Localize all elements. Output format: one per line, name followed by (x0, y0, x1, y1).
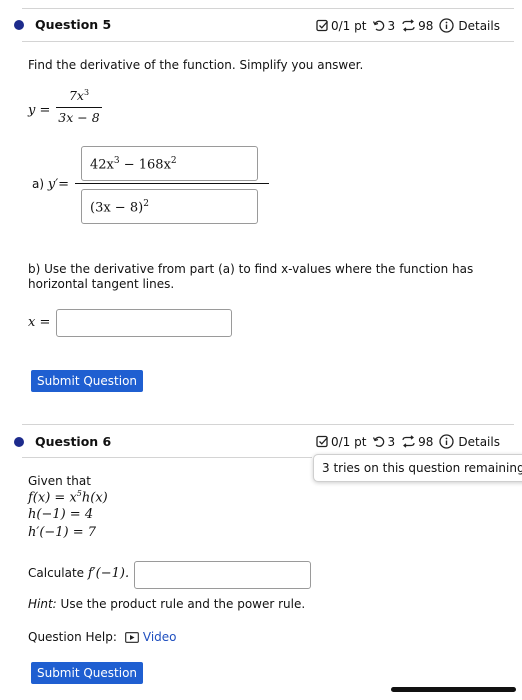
question-help: Question Help: Video (28, 630, 177, 644)
video-play-icon (125, 631, 139, 643)
score-indicator: 0/1 pt (316, 435, 366, 449)
question-6-title: Question 6 (35, 434, 112, 449)
function-numerator: 7x3 (68, 88, 90, 104)
top-divider (22, 8, 514, 9)
given-f-definition: f(x) = x5h(x) (28, 489, 108, 506)
given-h-prime-value: h′(−1) = 7 (28, 525, 97, 540)
function-lhs: y = (28, 103, 51, 118)
question-6-meta: 0/1 pt 3 98 Details (316, 434, 506, 449)
question-5-header-divider (22, 41, 514, 42)
question-6-submit-button[interactable]: Submit Question (31, 662, 143, 684)
calculate-prompt: Calculate f′(−1). (28, 566, 130, 581)
question-5-meta: 0/1 pt 3 98 Details (316, 18, 506, 33)
derivative-numerator-input[interactable]: 42x3 − 168x2 (81, 146, 258, 181)
derivative-fraction-bar (75, 183, 269, 184)
part-b-prompt-line-1: b) Use the derivative from part (a) to f… (28, 262, 474, 276)
tries-remaining-tooltip: 3 tries on this question remaining (313, 454, 522, 482)
undo-icon (373, 436, 385, 447)
info-icon (439, 18, 455, 33)
question-6-top-divider (22, 424, 514, 425)
x-lhs: x = (28, 315, 51, 330)
question-bullet-icon (14, 437, 24, 447)
question-bullet-icon (14, 20, 24, 30)
x-values-input[interactable] (56, 309, 232, 337)
score-indicator: 0/1 pt (316, 19, 366, 33)
details-button[interactable]: Details (439, 434, 500, 449)
part-b-prompt-line-2: horizontal tangent lines. (28, 277, 175, 291)
video-help-link[interactable]: Video (125, 630, 177, 644)
attempts-indicator: 98 (401, 19, 433, 33)
given-h-value: h(−1) = 4 (28, 507, 94, 522)
part-a-label: a) y′= (32, 177, 70, 192)
checkbox-icon (316, 19, 328, 32)
scroll-indicator[interactable] (391, 687, 516, 692)
derivative-denominator-value: (3x − 8)2 (90, 199, 149, 216)
question-5-prompt: Find the derivative of the function. Sim… (28, 58, 364, 72)
checkbox-icon (316, 435, 328, 448)
question-5-title: Question 5 (35, 17, 112, 32)
function-denominator: 3x − 8 (58, 110, 100, 125)
f-prime-answer-input[interactable] (134, 561, 311, 589)
repeat-icon (402, 19, 415, 32)
undo-icon (373, 20, 385, 31)
details-button[interactable]: Details (439, 18, 500, 33)
retries-indicator: 3 (372, 19, 395, 33)
question-6-header-divider (22, 457, 312, 458)
hint-text: Hint: Use the product rule and the power… (28, 597, 306, 611)
attempts-indicator: 98 (401, 435, 433, 449)
info-icon (439, 434, 455, 449)
given-label: Given that (28, 474, 91, 488)
derivative-denominator-input[interactable]: (3x − 8)2 (81, 189, 258, 224)
derivative-numerator-value: 42x3 − 168x2 (90, 156, 177, 173)
retries-indicator[interactable]: 3 (372, 435, 395, 449)
repeat-icon (402, 435, 415, 448)
question-5-submit-button[interactable]: Submit Question (31, 370, 143, 392)
function-fraction-bar (56, 107, 102, 108)
